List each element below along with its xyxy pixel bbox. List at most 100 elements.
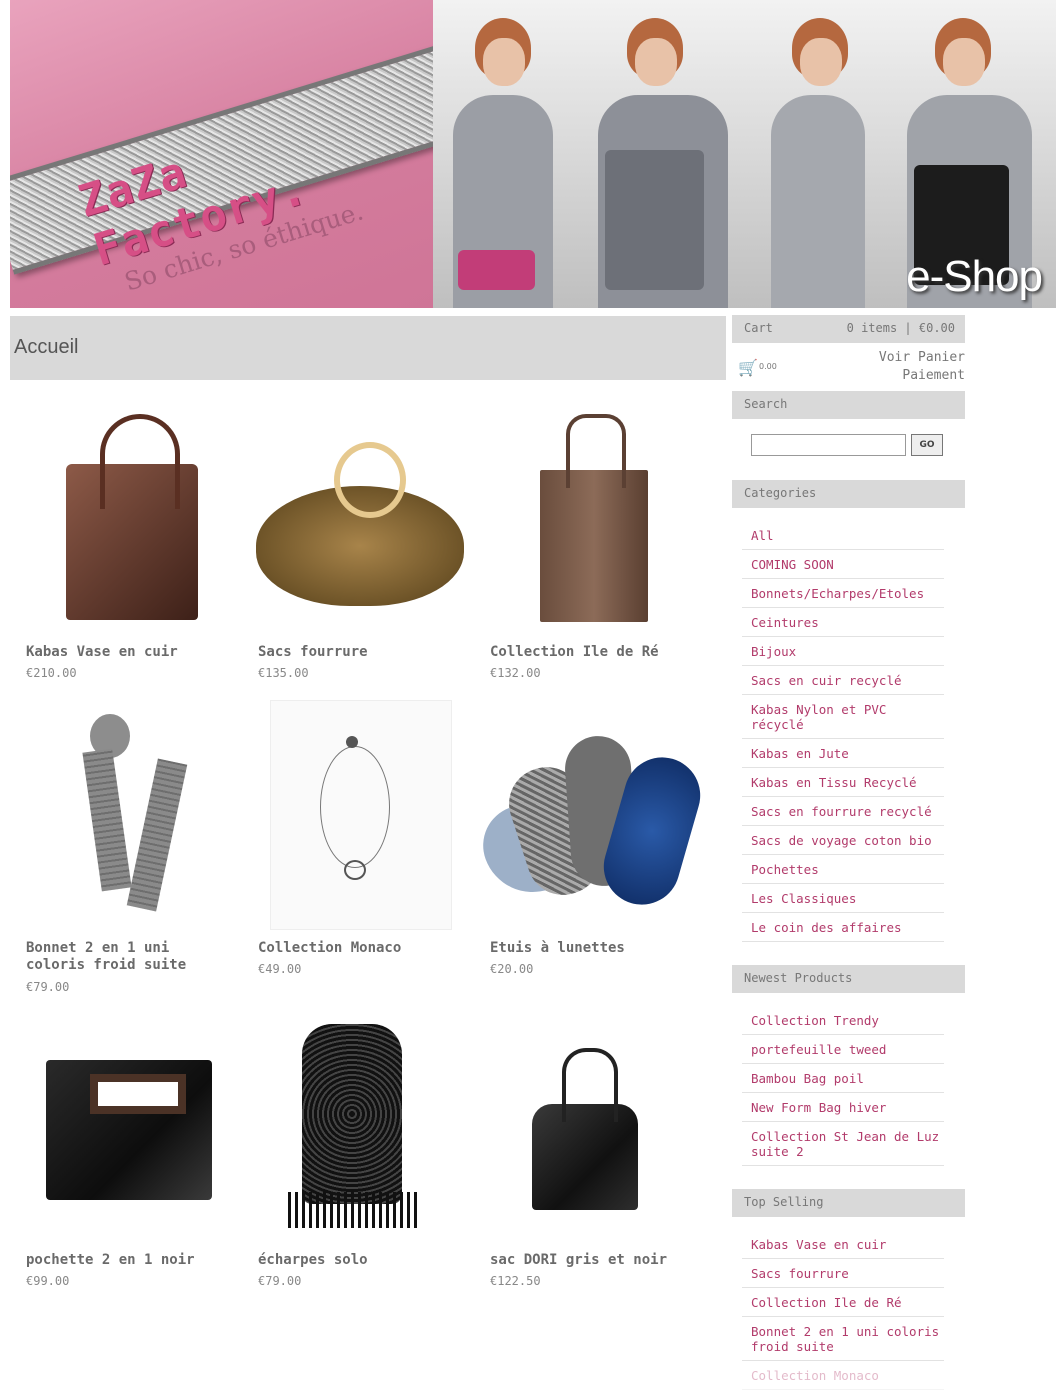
cart-links: 🛒 0.00 Voir Panier Paiement [732,350,965,386]
product-name[interactable]: écharpes solo [258,1252,458,1269]
eshop-label: e-Shop [906,252,1043,301]
category-link[interactable]: Les Classiques [751,891,856,906]
product-card[interactable]: Bonnet 2 en 1 uni coloris froid suite €7… [10,700,230,994]
product-price: €210.00 [26,666,77,680]
top-selling-item[interactable]: Bonnet 2 en 1 uni coloris froid suite [742,1317,944,1361]
product-name[interactable]: Bonnet 2 en 1 uni coloris froid suite [26,940,226,974]
product-card[interactable]: Collection Monaco €49.00 [242,700,462,976]
top-selling-item[interactable]: Sacs fourrure [742,1259,944,1288]
checkout-link[interactable]: Paiement [902,368,965,383]
category-item[interactable]: Sacs en cuir recyclé [742,666,944,695]
newest-product-item[interactable]: Collection Trendy [742,1006,944,1035]
top-selling-list: Kabas Vase en cuir Sacs fourrure Collectio… [742,1230,944,1390]
category-item[interactable]: Bonnets/Echarpes/Etoles [742,579,944,608]
product-price: €79.00 [26,980,70,994]
category-item[interactable]: All [742,521,944,550]
category-link[interactable]: Ceintures [751,615,819,630]
product-card[interactable]: Collection Ile de Ré €132.00 [474,400,694,680]
product-image[interactable] [242,1012,462,1242]
top-selling-link[interactable]: Sacs fourrure [751,1266,849,1281]
category-list: All COMING SOON Bonnets/Echarpes/Etoles Cei… [742,521,944,942]
product-name[interactable]: Etuis à lunettes [490,940,690,957]
top-selling-link[interactable]: Collection Monaco [751,1368,879,1383]
category-item[interactable]: Les Classiques [742,884,944,913]
newest-product-item[interactable]: New Form Bag hiver [742,1093,944,1122]
product-card[interactable]: écharpes solo €79.00 [242,1012,462,1288]
product-image[interactable] [10,400,230,630]
product-price: €49.00 [258,962,302,976]
product-name[interactable]: Collection Monaco [258,940,458,957]
newest-product-link[interactable]: Collection St Jean de Luz suite 2 [751,1129,939,1159]
view-cart-link[interactable]: Voir Panier [879,350,965,365]
product-name[interactable]: Sacs fourrure [258,644,458,661]
newest-product-item[interactable]: Collection St Jean de Luz suite 2 [742,1122,944,1166]
category-item[interactable]: COMING SOON [742,550,944,579]
category-link[interactable]: Kabas en Tissu Recyclé [751,775,917,790]
newest-product-link[interactable]: Bambou Bag poil [751,1071,864,1086]
newest-products-header: Newest Products [732,965,965,993]
category-item[interactable]: Sacs en fourrure recyclé [742,797,944,826]
top-selling-item[interactable]: Kabas Vase en cuir [742,1230,944,1259]
product-image[interactable] [474,1012,694,1242]
top-selling-link[interactable]: Bonnet 2 en 1 uni coloris froid suite [751,1324,939,1354]
category-link[interactable]: Sacs de voyage coton bio [751,833,932,848]
product-image[interactable] [10,700,230,930]
category-link[interactable]: Kabas en Jute [751,746,849,761]
category-item[interactable]: Kabas Nylon et PVC récyclé [742,695,944,739]
category-link[interactable]: Sacs en fourrure recyclé [751,804,932,819]
cart-summary[interactable]: 0 items | €0.00 [847,321,955,335]
product-name[interactable]: Collection Ile de Ré [490,644,690,661]
top-selling-link[interactable]: Kabas Vase en cuir [751,1237,886,1252]
newest-product-link[interactable]: portefeuille tweed [751,1042,886,1057]
category-link[interactable]: Le coin des affaires [751,920,902,935]
search-go-button[interactable]: GO [911,434,943,456]
product-card[interactable]: sac DORI gris et noir €122.50 [474,1012,694,1288]
category-item[interactable]: Bijoux [742,637,944,666]
newest-product-link[interactable]: New Form Bag hiver [751,1100,886,1115]
product-card[interactable]: Sacs fourrure €135.00 [242,400,464,680]
newest-product-link[interactable]: Collection Trendy [751,1013,879,1028]
product-price: €122.50 [490,1274,541,1288]
product-name[interactable]: sac DORI gris et noir [490,1252,690,1269]
cart-icon[interactable]: 🛒 [738,358,758,377]
product-name[interactable]: Kabas Vase en cuir [26,644,226,661]
category-link[interactable]: All [751,528,774,543]
newest-products-title: Newest Products [744,971,853,985]
search-input[interactable] [751,434,906,456]
newest-product-item[interactable]: portefeuille tweed [742,1035,944,1064]
top-selling-header: Top Selling [732,1189,965,1217]
category-link[interactable]: Bijoux [751,644,796,659]
product-image[interactable] [242,400,464,630]
category-link[interactable]: COMING SOON [751,557,834,572]
newest-products-list: Collection Trendy portefeuille tweed Bambo… [742,1006,944,1166]
product-image[interactable] [471,700,710,930]
category-link[interactable]: Bonnets/Echarpes/Etoles [751,586,924,601]
site-banner[interactable]: ZaZa Factory. So chic, so éthique. e-Sho… [10,0,1056,308]
product-card[interactable]: pochette 2 en 1 noir €99.00 [10,1012,230,1288]
top-selling-item[interactable]: Collection Monaco [742,1361,944,1390]
newest-product-item[interactable]: Bambou Bag poil [742,1064,944,1093]
model-photo [753,0,883,308]
product-price: €135.00 [258,666,309,680]
category-link[interactable]: Pochettes [751,862,819,877]
search-title: Search [744,397,788,411]
category-item[interactable]: Kabas en Jute [742,739,944,768]
category-item[interactable]: Ceintures [742,608,944,637]
top-selling-item[interactable]: Collection Ile de Ré [742,1288,944,1317]
product-name[interactable]: pochette 2 en 1 noir [26,1252,226,1269]
category-item[interactable]: Sacs de voyage coton bio [742,826,944,855]
cart-header: Cart 0 items | €0.00 [732,315,965,343]
product-image[interactable] [10,1012,230,1242]
top-selling-link[interactable]: Collection Ile de Ré [751,1295,902,1310]
product-image[interactable] [242,700,462,930]
category-link[interactable]: Kabas Nylon et PVC récyclé [751,702,886,732]
category-link[interactable]: Sacs en cuir recyclé [751,673,902,688]
search-header: Search [732,391,965,419]
category-item[interactable]: Kabas en Tissu Recyclé [742,768,944,797]
category-item[interactable]: Pochettes [742,855,944,884]
product-card[interactable]: Kabas Vase en cuir €210.00 [10,400,230,680]
logo-panel: ZaZa Factory. So chic, so éthique. [10,0,464,308]
product-image[interactable] [474,400,694,630]
category-item[interactable]: Le coin des affaires [742,913,944,942]
product-card[interactable]: Etuis à lunettes €20.00 [471,700,710,976]
